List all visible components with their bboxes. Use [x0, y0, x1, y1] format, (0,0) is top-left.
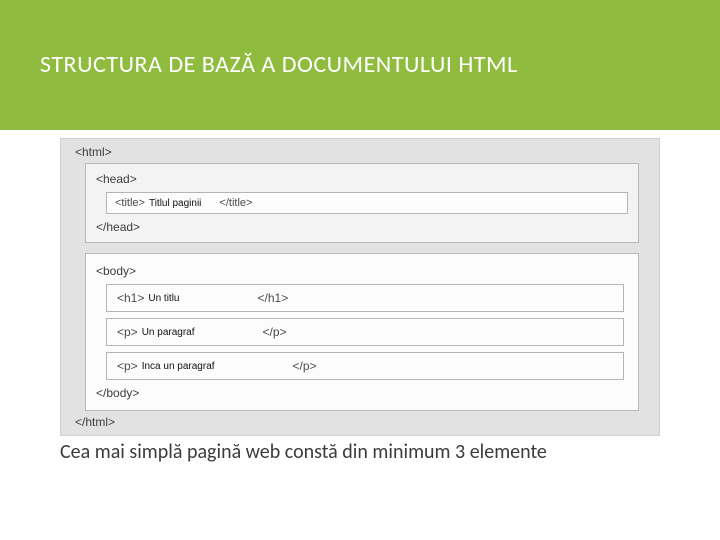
slide-title: STRUCTURA DE BAZĂ A DOCUMENTULUI HTML: [40, 50, 518, 80]
h1-close-tag: </h1>: [258, 291, 289, 305]
h1-open-tag: <h1>: [117, 291, 144, 305]
html-structure-diagram: <html> <head> <title> Titlul paginii </t…: [60, 138, 660, 436]
slide-header: STRUCTURA DE BAZĂ A DOCUMENTULUI HTML: [0, 0, 720, 130]
head-close-tag: </head>: [96, 220, 628, 234]
title-row: <title> Titlul paginii </title>: [106, 192, 628, 214]
title-close-tag: </title>: [219, 197, 252, 209]
head-box: <head> <title> Titlul paginii </title> <…: [85, 163, 639, 243]
html-open-tag: <html>: [75, 145, 645, 159]
title-content: Titlul paginii: [149, 198, 201, 209]
head-open-tag: <head>: [96, 172, 628, 186]
p1-open-tag: <p>: [117, 325, 138, 339]
p2-row: <p> Inca un paragraf </p>: [106, 352, 624, 380]
p1-close-tag: </p>: [263, 325, 287, 339]
p2-close-tag: </p>: [293, 359, 317, 373]
p2-content: Inca un paragraf: [142, 361, 215, 372]
html-close-tag: </html>: [75, 415, 645, 429]
footer-caption: Cea mai simplă pagină web constă din min…: [60, 440, 660, 464]
p1-content: Un paragraf: [142, 327, 195, 338]
p1-row: <p> Un paragraf </p>: [106, 318, 624, 346]
body-close-tag: </body>: [96, 386, 628, 400]
h1-row: <h1> Un titlu </h1>: [106, 284, 624, 312]
h1-content: Un titlu: [148, 293, 179, 304]
body-open-tag: <body>: [96, 264, 628, 278]
p2-open-tag: <p>: [117, 359, 138, 373]
title-open-tag: <title>: [115, 197, 145, 209]
body-box: <body> <h1> Un titlu </h1> <p> Un paragr…: [85, 253, 639, 411]
